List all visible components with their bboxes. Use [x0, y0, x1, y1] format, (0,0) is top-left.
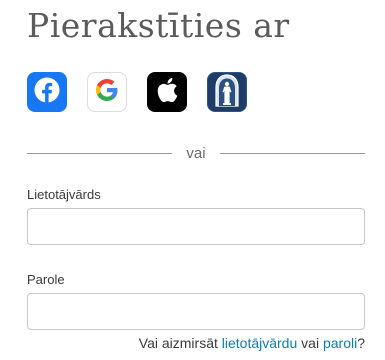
google-login-button[interactable] [87, 72, 127, 112]
apple-login-button[interactable] [147, 72, 187, 112]
page-title: Pierakstīties ar [27, 6, 290, 45]
divider-line-right [219, 152, 365, 154]
facebook-icon [34, 77, 60, 108]
divider-line-left [27, 152, 173, 154]
church-login-button[interactable] [207, 72, 247, 112]
forgot-middle: vai [297, 335, 323, 351]
or-divider: vai [27, 143, 365, 163]
password-label: Parole [27, 272, 65, 287]
forgot-credentials-text: Vai aizmirsāt lietotājvārdu vai paroli? [139, 335, 365, 351]
forgot-suffix: ? [357, 335, 365, 351]
forgot-password-link[interactable]: paroli [323, 335, 357, 351]
facebook-login-button[interactable] [27, 72, 67, 112]
sign-in-page: Pierakstīties ar vai Lietotājvārds Parol… [0, 0, 385, 360]
apple-icon [156, 77, 178, 108]
username-label: Lietotājvārds [27, 187, 101, 202]
forgot-username-link[interactable]: lietotājvārdu [222, 335, 298, 351]
google-icon [95, 78, 119, 107]
forgot-prefix: Vai aizmirsāt [138, 335, 222, 351]
username-input[interactable] [27, 208, 365, 245]
password-input[interactable] [27, 293, 365, 330]
church-christus-icon [212, 73, 242, 111]
social-login-row [27, 72, 247, 112]
divider-text: vai [186, 144, 206, 162]
